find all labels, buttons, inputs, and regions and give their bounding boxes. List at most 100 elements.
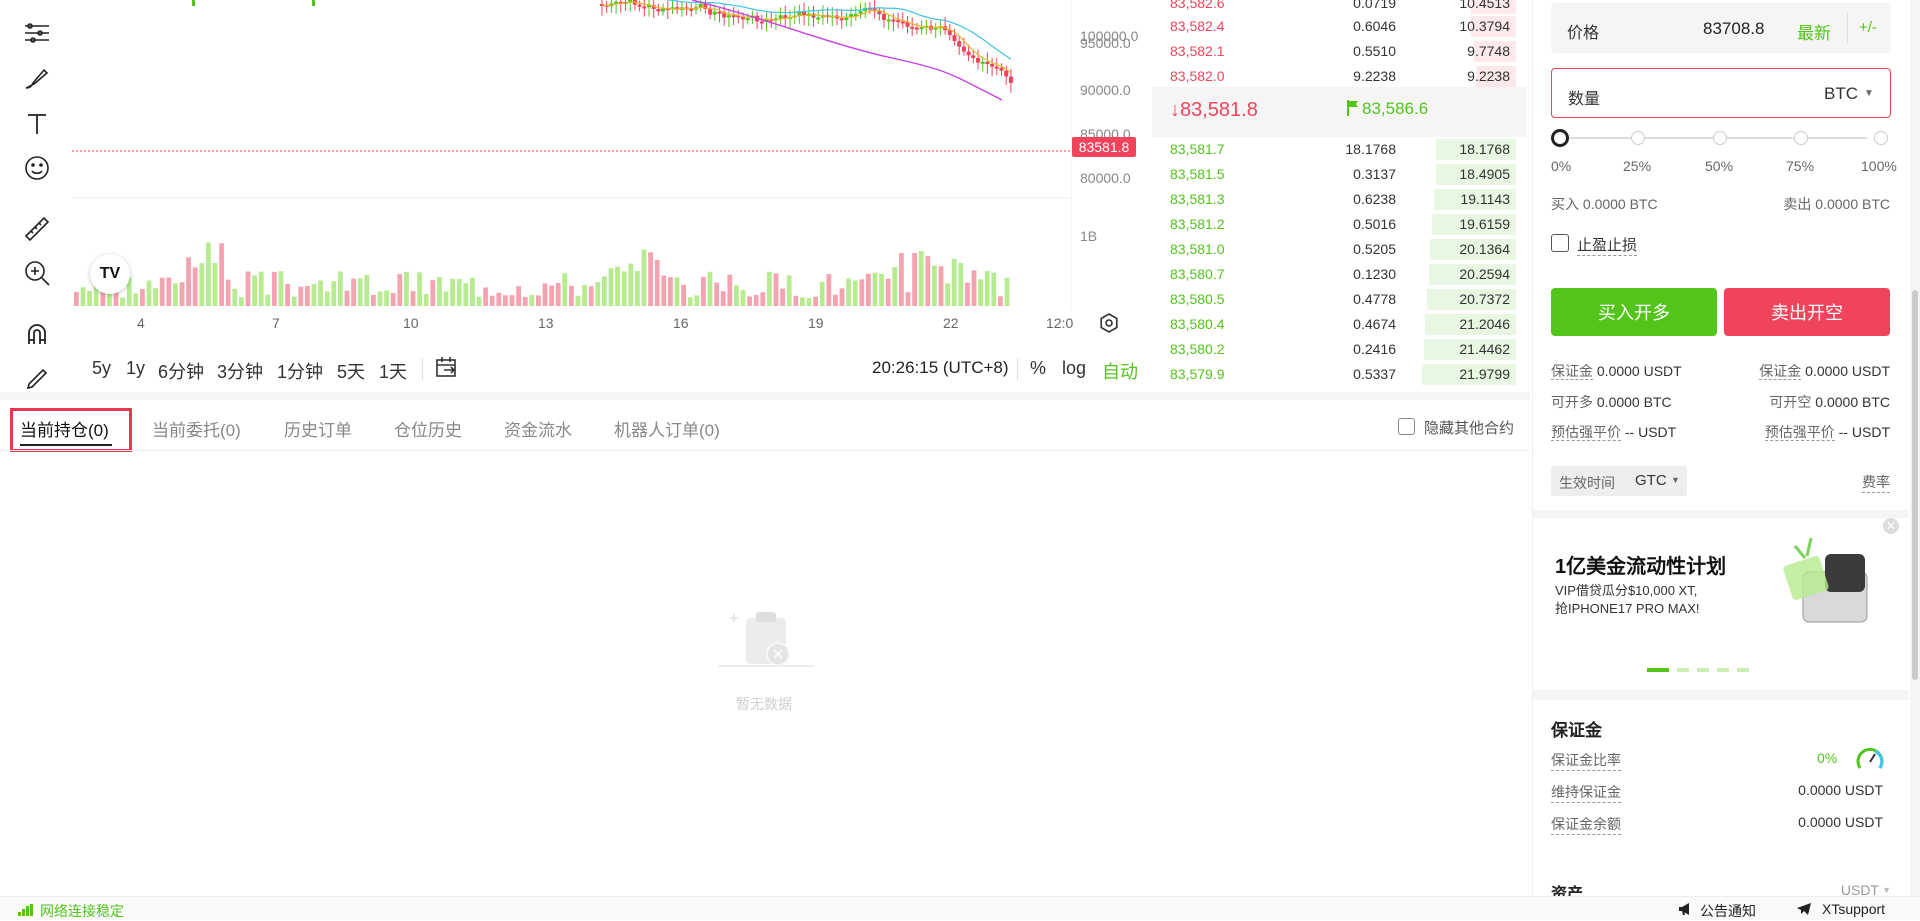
ask-row[interactable]: 83,582.1 0.5510 9.7748 [1152,39,1524,64]
trend-line-tools-icon[interactable] [18,14,56,52]
slider-label[interactable]: 50% [1705,158,1733,174]
interval-1d[interactable]: 1天 [379,358,407,384]
drawing-toolbar [0,0,72,390]
volume-bar [371,294,376,306]
volume-bar [984,270,990,306]
volume-bar [925,256,931,306]
carousel-dot[interactable] [1677,668,1689,672]
volume-bar [146,280,152,306]
volume-bar [272,271,277,306]
tpsl-checkbox[interactable] [1551,234,1569,252]
time-in-force-select[interactable]: 生效时间 GTC ▼ [1551,466,1687,496]
chart-clock[interactable]: 20:26:15 (UTC+8) [872,358,1009,378]
chart-panel[interactable]: 100000.0 95000.0 90000.0 85000.0 80000.0… [0,0,1150,390]
tab-bot-orders[interactable]: 机器人订单(0) [614,416,720,441]
text-tool-icon[interactable] [18,105,56,143]
percent-scale-toggle[interactable]: % [1030,358,1046,379]
bid-row[interactable]: 83,581.7 18.1768 18.1768 [1152,137,1524,162]
lock-drawings-icon[interactable] [18,360,56,390]
carousel-dot[interactable] [1737,668,1749,672]
slider-label[interactable]: 25% [1623,158,1651,174]
interval-6min[interactable]: 6分钟 [158,358,204,384]
volume-bar [549,285,554,306]
bid-price: 83,581.0 [1170,241,1225,257]
promo-banner[interactable]: 1亿美金流动性计划 VIP借贷瓜分$10,000 XT, 抢IPHONE17 P… [1533,510,1909,680]
bid-size: 18.1768 [1345,141,1396,157]
bid-row[interactable]: 83,579.9 0.5337 21.9799 [1152,362,1524,387]
ask-row[interactable]: 83,582.0 9.2238 9.2238 [1152,64,1524,89]
tab-order-history[interactable]: 历史订单 [284,416,352,441]
slider-stop[interactable] [1713,131,1727,145]
candlestick-chart[interactable] [72,0,1072,310]
volume-bar [397,274,403,306]
price-adjust-button[interactable]: +/- [1859,19,1877,36]
slider-label[interactable]: 100% [1861,158,1897,174]
slider-label[interactable]: 0% [1551,158,1571,174]
buy-amount: 买入 0.0000 BTC [1551,196,1658,212]
bid-size: 0.4674 [1353,316,1396,332]
slider-handle[interactable] [1551,129,1569,147]
bid-row[interactable]: 83,581.2 0.5016 19.6159 [1152,212,1524,237]
carousel-dot[interactable] [1697,668,1709,672]
volume-bar [839,288,845,306]
latest-price-button[interactable]: 最新 [1797,19,1831,44]
carousel-dot[interactable] [1647,668,1669,672]
slider-label[interactable]: 75% [1786,158,1814,174]
tab-fund-flow[interactable]: 资金流水 [504,416,572,441]
chevron-down-icon: ▼ [1864,88,1874,99]
magnet-icon[interactable] [18,316,56,354]
tab-open-orders[interactable]: 当前委托(0) [152,416,241,441]
date-range-icon[interactable] [434,355,460,381]
positions-panel: 当前持仓(0) 当前委托(0) 历史订单 仓位历史 资金流水 机器人订单(0) … [0,392,1530,896]
bid-row[interactable]: 83,580.2 0.2416 21.4462 [1152,337,1524,362]
fee-rate-link[interactable]: 费率 [1862,472,1890,493]
quantity-field[interactable]: 数量 BTC ▼ [1551,68,1891,118]
volume-bar [166,277,172,306]
interval-1y[interactable]: 1y [126,358,145,379]
price-field[interactable]: 价格 83708.8 最新 +/- [1551,3,1891,53]
interval-3min[interactable]: 3分钟 [217,358,263,384]
announcements-link[interactable]: 公告通知 [1700,901,1756,921]
zoom-in-icon[interactable] [18,254,56,292]
quantity-unit-select[interactable]: BTC [1824,84,1858,104]
candle-body [1008,76,1013,83]
tab-current-positions[interactable]: 当前持仓(0) [20,416,109,441]
slider-stop[interactable] [1794,131,1808,145]
bid-row[interactable]: 83,580.7 0.1230 20.2594 [1152,262,1524,287]
bid-row[interactable]: 83,581.5 0.3137 18.4905 [1152,162,1524,187]
margin-section: 保证金 保证金比率 0% 维持保证金 0.0000 USDT 保证金余额 0.0… [1533,690,1909,920]
close-icon[interactable]: ✕ [1883,518,1899,534]
log-scale-toggle[interactable]: log [1062,358,1086,379]
interval-1min[interactable]: 1分钟 [277,358,323,384]
interval-5d[interactable]: 5天 [337,358,365,384]
hide-other-contracts-checkbox[interactable] [1398,418,1415,435]
chart-settings-icon[interactable] [1098,312,1120,334]
tab-position-history[interactable]: 仓位历史 [394,416,462,441]
bid-row[interactable]: 83,580.4 0.4674 21.2046 [1152,312,1524,337]
bid-row[interactable]: 83,581.0 0.5205 20.1364 [1152,237,1524,262]
brush-icon[interactable] [18,60,56,98]
scrollbar-thumb[interactable] [1912,290,1918,680]
slider-stop[interactable] [1874,131,1888,145]
emoji-icon[interactable] [18,149,56,187]
ruler-icon[interactable] [18,210,56,248]
sell-short-button[interactable]: 卖出开空 [1724,288,1890,336]
tradingview-logo[interactable]: TV [90,254,130,294]
price-input-value[interactable]: 83708.8 [1703,19,1764,39]
hide-other-contracts-label[interactable]: 隐藏其他合约 [1424,417,1514,438]
volume-bar [555,282,561,306]
interval-5y[interactable]: 5y [92,358,111,379]
support-link[interactable]: XTsupport [1822,901,1885,917]
empty-state-text: 暂无数据 [736,696,792,712]
volume-bar [575,295,581,306]
bid-row[interactable]: 83,580.5 0.4778 20.7372 [1152,287,1524,312]
carousel-dot[interactable] [1717,668,1729,672]
ask-row[interactable]: 83,582.4 0.6046 10.3794 [1152,14,1524,39]
quantity-slider[interactable] [1557,137,1867,139]
page-scrollbar[interactable] [1910,0,1920,920]
tpsl-label[interactable]: 止盈止损 [1577,234,1638,256]
bid-row[interactable]: 83,581.3 0.6238 19.1143 [1152,187,1524,212]
slider-stop[interactable] [1631,131,1645,145]
auto-scale-toggle[interactable]: 自动 [1102,358,1138,384]
buy-long-button[interactable]: 买入开多 [1551,288,1717,336]
